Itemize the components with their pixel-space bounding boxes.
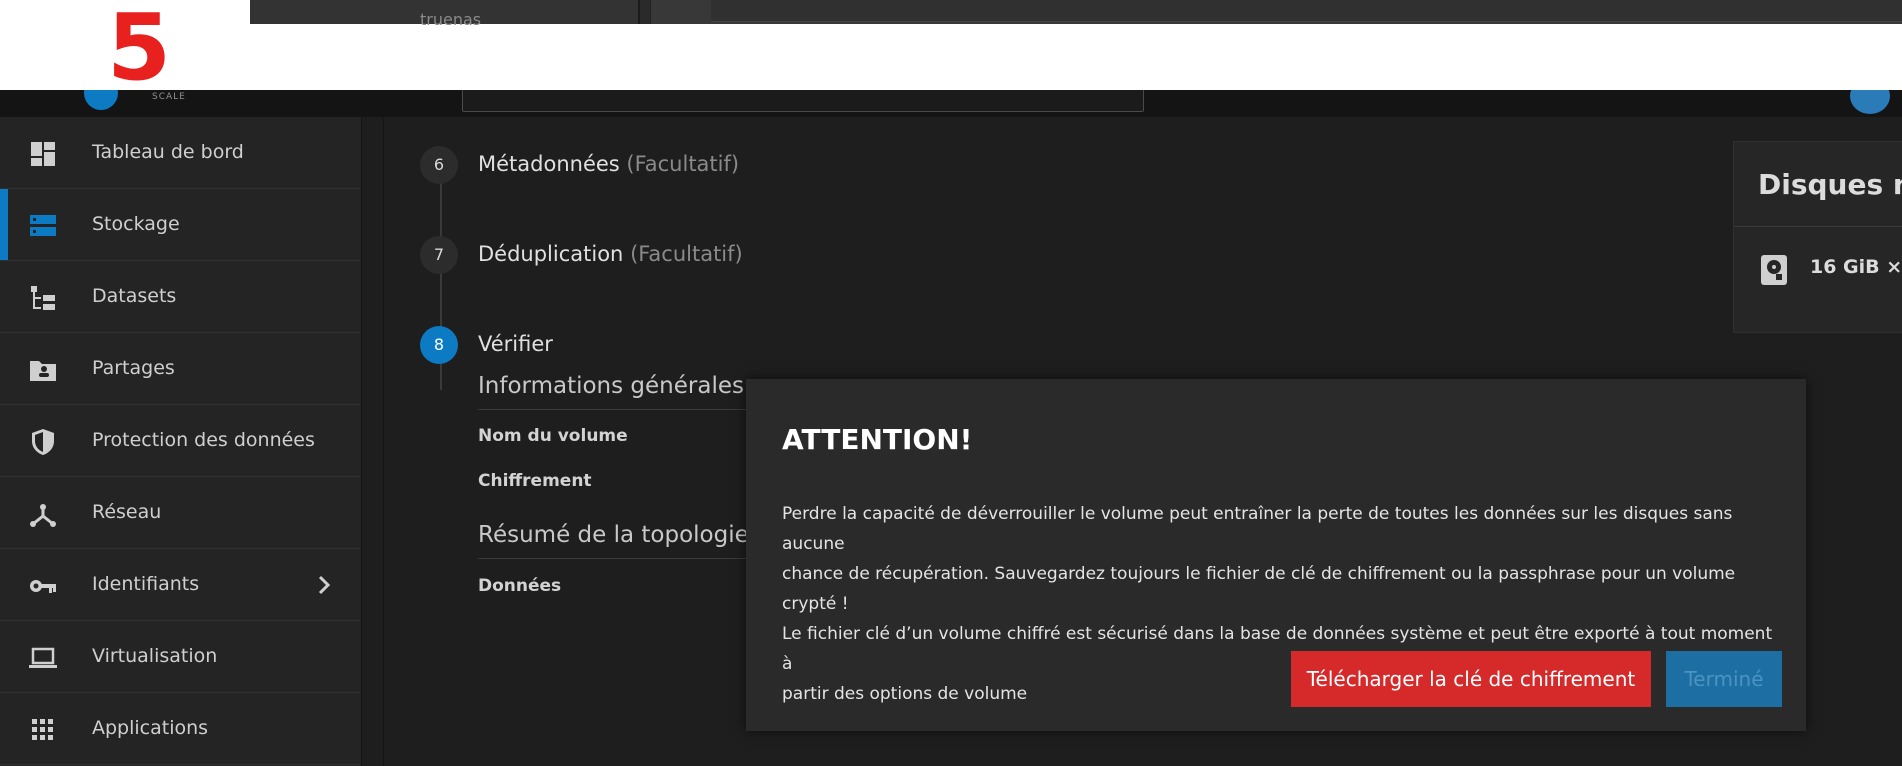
general-info-title: Informations générales <box>478 373 744 399</box>
sidebar-item-label: Tableau de bord <box>92 141 244 163</box>
laptop-icon <box>29 647 57 668</box>
sidebar-item-label: Applications <box>92 717 209 739</box>
apps-grid-icon <box>32 719 53 740</box>
sidebar-item-dashboard[interactable]: Tableau de bord <box>0 117 360 189</box>
shield-icon <box>32 429 54 455</box>
step-title-text: Vérifier <box>478 332 553 356</box>
divider <box>478 409 778 410</box>
network-icon <box>30 504 56 527</box>
step-number: 6 <box>420 146 458 184</box>
key-icon <box>30 580 56 593</box>
step-title: Déduplication (Facultatif) <box>478 242 743 266</box>
sidebar-item-credentials[interactable]: Identifiants <box>0 549 360 621</box>
datasets-icon <box>31 286 55 310</box>
avatar[interactable] <box>1850 90 1890 114</box>
sidebar-item-label: Partages <box>92 357 175 379</box>
data-label: Données <box>478 576 562 596</box>
sidebar-item-datasets[interactable]: Datasets <box>0 261 360 333</box>
sidebar-item-label: Protection des données <box>92 429 315 451</box>
step-number-badge: 5 <box>107 0 172 101</box>
step-optional: (Facultatif) <box>630 242 743 266</box>
unused-disks-panel: Disques no 16 GiB × 1 <box>1733 141 1902 333</box>
topology-summary-title: Résumé de la topologie <box>478 522 749 548</box>
download-encryption-key-button[interactable]: Télécharger la clé de chiffrement <box>1291 651 1651 707</box>
shares-icon <box>30 361 56 381</box>
strip-text: truenas <box>420 10 482 29</box>
step-title-text: Métadonnées <box>478 152 620 176</box>
sidebar-item-label: Datasets <box>92 285 177 307</box>
storage-icon <box>30 215 56 236</box>
truenas-app: SCALE Tableau de bord Stockage Datasets … <box>0 90 1902 766</box>
sidebar-item-label: Stockage <box>92 213 180 235</box>
hard-disk-icon <box>1761 255 1787 285</box>
sidebar-item-label: Identifiants <box>92 573 200 595</box>
sidebar-item-storage[interactable]: Stockage <box>0 189 360 261</box>
divider <box>1734 226 1902 227</box>
step-title-text: Déduplication <box>478 242 624 266</box>
sidebar-item-data-protection[interactable]: Protection des données <box>0 405 360 477</box>
dialog-title: ATTENTION! <box>782 423 973 456</box>
step-number: 8 <box>420 326 458 364</box>
dashboard-icon <box>31 142 55 166</box>
chevron-right-icon <box>318 575 331 595</box>
page: 5 truenas SCALE Tableau de bord Stockage… <box>0 0 1902 766</box>
logo-subtitle: SCALE <box>152 92 186 102</box>
sidebar-item-network[interactable]: Réseau <box>0 477 360 549</box>
strip-main <box>650 0 1902 24</box>
sidebar-item-label: Réseau <box>92 501 162 523</box>
sidebar-item-applications[interactable]: Applications <box>0 693 360 765</box>
dialog-message-line: chance de récupération. Sauvegardez touj… <box>782 564 1736 614</box>
sidebar-item-label: Virtualisation <box>92 645 218 667</box>
sidebar-item-shares[interactable]: Partages <box>0 333 360 405</box>
dialog-message-line: Perdre la capacité de déverrouiller le v… <box>782 504 1733 554</box>
disk-size: 16 GiB × 1 <box>1810 256 1902 278</box>
search-input[interactable] <box>462 90 1144 112</box>
sidebar-item-virtualization[interactable]: Virtualisation <box>0 621 360 693</box>
step-title: Métadonnées (Facultatif) <box>478 152 739 176</box>
done-button[interactable]: Terminé <box>1666 651 1782 707</box>
top-bar: SCALE <box>0 90 1902 117</box>
step-optional: (Facultatif) <box>626 152 740 176</box>
previous-screenshot-strip: truenas <box>250 0 1902 29</box>
divider <box>478 558 778 559</box>
step-title: Vérifier <box>478 332 553 356</box>
encryption-label: Chiffrement <box>478 471 592 491</box>
strip-sidebar: truenas <box>250 0 640 29</box>
warning-dialog: ATTENTION! Perdre la capacité de déverro… <box>746 379 1806 731</box>
panel-title: Disques no <box>1758 168 1902 201</box>
step-number: 7 <box>420 236 458 274</box>
truenas-logo-icon <box>84 90 118 110</box>
sidebar: Tableau de bord Stockage Datasets Partag… <box>0 117 362 766</box>
volume-name-label: Nom du volume <box>478 426 628 446</box>
